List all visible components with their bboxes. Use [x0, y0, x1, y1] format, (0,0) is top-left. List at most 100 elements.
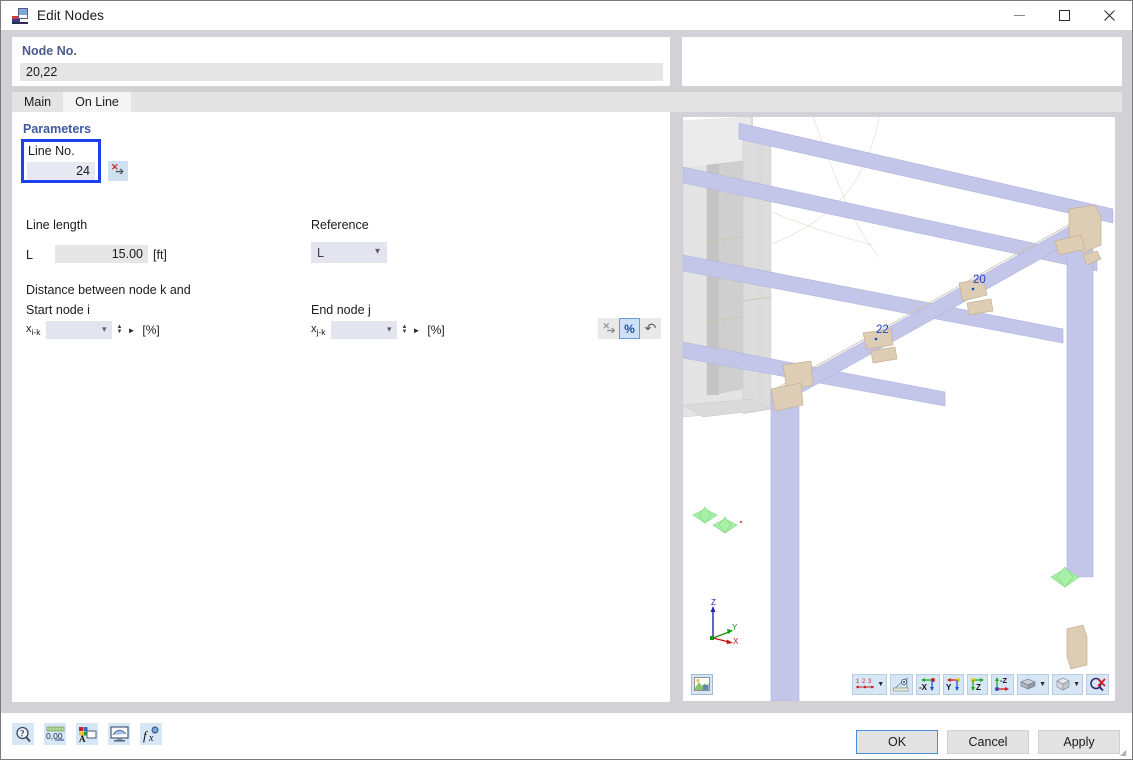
start-node-input[interactable]: ▾	[46, 321, 113, 339]
formula-button[interactable]: f x	[140, 723, 162, 745]
reset-button[interactable]: ↶	[640, 318, 661, 339]
end-node-stepper[interactable]: ▲ ▼	[401, 324, 407, 335]
projection-button[interactable]: ▼	[1052, 673, 1083, 695]
minimize-button[interactable]	[997, 1, 1042, 30]
start-node-symbol: xi-k	[26, 322, 41, 338]
percent-button[interactable]: %	[619, 318, 640, 339]
end-node-unit: [%]	[427, 323, 445, 337]
chevron-down-icon: ▾	[101, 324, 107, 334]
maximize-button[interactable]	[1042, 1, 1087, 30]
svg-text:x: x	[148, 733, 154, 743]
svg-text:Y: Y	[946, 683, 952, 692]
line-length-symbol: L	[26, 248, 33, 262]
node-marker-20	[971, 287, 975, 291]
svg-text:1: 1	[856, 679, 860, 685]
chevron-down-icon: ▾	[374, 246, 380, 257]
viewport-toolbar: 1 2 3 ▼ -X Y Z -Z ▼ ▼	[852, 673, 1109, 695]
fx-icon: f x	[143, 726, 158, 743]
cancel-button[interactable]: Cancel	[947, 730, 1029, 754]
monitor-icon	[109, 726, 129, 742]
view-minus-x-button[interactable]: -X	[916, 673, 941, 695]
ok-button[interactable]: OK	[856, 730, 938, 754]
start-node-stepper[interactable]: ▲ ▼	[116, 324, 122, 335]
decimal-0-00-icon: 0,00	[46, 726, 64, 741]
chevron-down-icon: ▼	[1039, 680, 1047, 688]
help-button[interactable]: ?	[12, 723, 34, 745]
start-node-unit: [%]	[142, 323, 160, 337]
decimal-places-button[interactable]: 0,00	[44, 723, 66, 745]
start-node-label: Start node i	[26, 303, 90, 317]
reference-value: L	[317, 245, 324, 260]
pick-cursor-button[interactable]: ✕ ➔	[598, 318, 619, 339]
measure-button[interactable]	[890, 673, 914, 695]
dialog-action-buttons: OK Cancel Apply	[856, 730, 1120, 754]
view-minus-z-button[interactable]: -Z	[991, 673, 1015, 695]
line-no-label: Line No.	[28, 144, 75, 158]
parameters-pane: Parameters Line No. ✕ ➔ Line length L [f…	[12, 112, 670, 702]
pick-cursor-icon[interactable]: ✕ ➔	[108, 161, 128, 181]
render-mode-icon	[694, 677, 710, 691]
dialog-footer: ? 0,00 A f x OK Cancel Apply ◢	[1, 713, 1132, 759]
start-node-apply-icon[interactable]: ►	[127, 326, 135, 335]
zoom-reset-icon	[1090, 677, 1106, 691]
model-viewport[interactable]: 20 22 Z Y X 1 2 3 ▼ -X Y Z -Z ▼ ▼	[682, 116, 1116, 702]
line-no-group: Line No.	[21, 139, 101, 183]
dialog-body: Node No. 20,22 Main On Line Parameters L…	[1, 30, 1132, 759]
start-node-field: xi-k ▾ ▲ ▼ ► [%]	[26, 321, 160, 339]
axis-y-icon: Y	[946, 678, 961, 692]
tab-main[interactable]: Main	[12, 92, 64, 112]
node-no-panel: Node No. 20,22	[12, 37, 670, 86]
display-style-button[interactable]: ▼	[1017, 673, 1050, 695]
svg-text:Z: Z	[711, 598, 716, 607]
view-z-button[interactable]: Z	[967, 673, 989, 695]
apply-button[interactable]: Apply	[1038, 730, 1120, 754]
close-button[interactable]	[1087, 1, 1132, 30]
svg-text:3: 3	[868, 679, 872, 685]
mode-toolbar: ✕ ➔ % ↶	[598, 318, 661, 339]
numbering-icon: 1 2 3	[856, 679, 875, 689]
numbering-button[interactable]: 1 2 3 ▼	[852, 673, 888, 695]
tab-on-line[interactable]: On Line	[63, 92, 131, 112]
end-node-input[interactable]: ▾	[331, 321, 398, 339]
axis-z-icon: Z	[971, 678, 985, 692]
svg-text:?: ?	[20, 728, 25, 738]
end-node-label: End node j	[311, 303, 371, 317]
reference-select[interactable]: L ▾	[311, 242, 387, 263]
display-properties-button[interactable]: A	[76, 723, 98, 745]
view-settings-button[interactable]	[108, 723, 130, 745]
edit-nodes-icon	[12, 7, 28, 24]
window-title: Edit Nodes	[37, 8, 105, 23]
layers-icon	[1020, 678, 1037, 690]
node-info-panel	[682, 37, 1122, 86]
svg-text:-Z: -Z	[1000, 676, 1007, 685]
question-magnifier-icon: ?	[15, 726, 31, 742]
svg-text:-X: -X	[919, 683, 928, 692]
line-length-input[interactable]	[55, 245, 148, 263]
line-no-input[interactable]	[27, 162, 95, 180]
line-length-label: Line length	[26, 218, 88, 232]
render-mode-button[interactable]	[691, 674, 713, 695]
cube-icon	[1056, 677, 1070, 691]
node-no-value[interactable]: 20,22	[20, 63, 663, 81]
node-label-22: 22	[876, 324, 889, 336]
axis-minus-z-icon: -Z	[995, 676, 1010, 691]
svg-text:Y: Y	[732, 623, 738, 632]
node-label-20: 20	[973, 274, 986, 286]
resize-grip[interactable]: ◢	[1120, 748, 1128, 757]
svg-text:2: 2	[862, 679, 866, 685]
end-node-apply-icon[interactable]: ►	[412, 326, 420, 335]
node-no-label: Node No.	[22, 44, 77, 58]
reference-label: Reference	[311, 218, 369, 232]
end-node-field: xj-k ▾ ▲ ▼ ► [%]	[311, 321, 445, 339]
end-node-symbol: xj-k	[311, 322, 326, 338]
svg-text:Z: Z	[976, 683, 981, 692]
svg-text:A: A	[79, 734, 86, 743]
chevron-down-icon: ▾	[386, 324, 392, 334]
zoom-reset-button[interactable]	[1086, 673, 1109, 695]
axis-x-icon: -X	[919, 678, 936, 692]
view-y-button[interactable]: Y	[943, 673, 965, 695]
edit-nodes-dialog: Edit Nodes Node No. 20,22 Main On Line P…	[0, 0, 1133, 760]
axis-triad-icon: Z Y X	[710, 598, 739, 644]
line-length-unit: [ft]	[153, 248, 167, 262]
measure-icon	[893, 676, 909, 691]
